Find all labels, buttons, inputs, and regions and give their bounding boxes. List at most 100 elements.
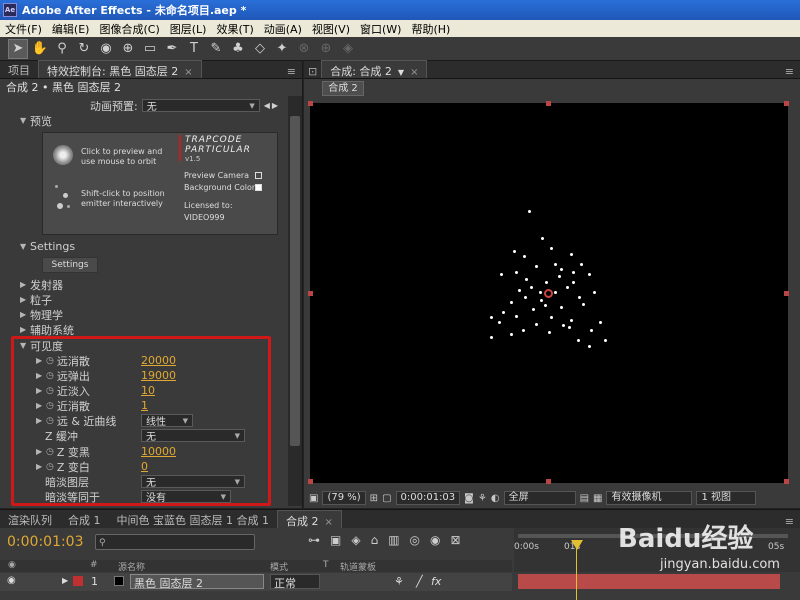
zoom-tool-icon[interactable]: ⚲ xyxy=(52,39,72,59)
transparency-grid-icon[interactable]: ▦ xyxy=(593,493,602,504)
lock-icon[interactable]: ⊡ xyxy=(304,65,321,78)
always-preview-icon[interactable]: ▣ xyxy=(309,493,318,504)
group-physics[interactable]: ▶ 物理学 xyxy=(0,307,288,322)
menu-edit[interactable]: 编辑(E) xyxy=(47,21,95,37)
menu-layer[interactable]: 图层(L) xyxy=(165,21,212,37)
source-name-header[interactable]: 源名称 xyxy=(118,560,145,573)
preview-section-row[interactable]: ▼ 预览 xyxy=(0,113,288,128)
shy-switch-icon[interactable]: ⚘ xyxy=(394,575,404,588)
world-axis-icon[interactable]: ⊕ xyxy=(316,39,336,59)
layer-name[interactable]: 黑色 固态层 2 xyxy=(130,574,264,590)
label-color-swatch[interactable] xyxy=(73,576,83,586)
pen-tool-icon[interactable]: ✒ xyxy=(162,39,182,59)
menu-composition[interactable]: 图像合成(C) xyxy=(94,21,164,37)
collapse-triangle-icon[interactable]: ▶ xyxy=(20,280,30,289)
draft-3d-icon[interactable]: ◈ xyxy=(351,533,360,547)
close-icon[interactable]: × xyxy=(410,67,418,78)
composition-subtab[interactable]: 合成 2 xyxy=(322,81,364,96)
panel-menu-icon[interactable]: ≡ xyxy=(779,515,800,528)
collapse-triangle-icon[interactable]: ▶ xyxy=(20,325,30,334)
preset-prev-icon[interactable]: ◀ xyxy=(264,101,270,110)
layer-handle[interactable] xyxy=(784,479,789,484)
menu-help[interactable]: 帮助(H) xyxy=(406,21,455,37)
brush-tool-icon[interactable]: ✎ xyxy=(206,39,226,59)
channels-icon[interactable]: ◐ xyxy=(491,493,500,504)
preset-next-icon[interactable]: ▶ xyxy=(272,101,278,110)
camera-dropdown[interactable]: 有效摄像机 xyxy=(606,491,693,505)
menu-effect[interactable]: 效果(T) xyxy=(211,21,258,37)
live-update-icon[interactable]: ▣ xyxy=(330,533,341,547)
frame-blending-icon[interactable]: ▥ xyxy=(388,533,399,547)
collapse-triangle-icon[interactable]: ▶ xyxy=(20,295,30,304)
snapshot-icon[interactable]: ◙ xyxy=(464,493,474,504)
layer-anchor-point[interactable] xyxy=(544,289,553,298)
playhead-handle-icon[interactable] xyxy=(571,540,583,550)
timeline-search-input[interactable]: ⚲ xyxy=(95,534,255,550)
group-emitter[interactable]: ▶ 发射器 xyxy=(0,277,288,292)
layer-handle[interactable] xyxy=(308,479,313,484)
selection-tool-icon[interactable]: ➤ xyxy=(8,38,28,59)
quality-switch-icon[interactable]: ╱ xyxy=(416,575,423,588)
layer-handle[interactable] xyxy=(784,291,789,296)
tab-comp-1[interactable]: 合成 1 xyxy=(60,510,109,528)
timeline-timecode[interactable]: 0:00:01:03 xyxy=(7,534,84,550)
views-dropdown[interactable]: 1 视图 xyxy=(696,491,757,505)
layer-handle[interactable] xyxy=(546,479,551,484)
axis-mode-icon[interactable]: ⊗ xyxy=(294,39,314,59)
grid-icon[interactable]: ⊞ xyxy=(370,493,378,504)
mode-header[interactable]: 模式 xyxy=(270,560,288,573)
effect-controls-scrollbar[interactable] xyxy=(288,96,302,506)
layer-handle[interactable] xyxy=(308,291,313,296)
close-icon[interactable]: × xyxy=(184,67,192,78)
show-snapshot-icon[interactable]: ⚘ xyxy=(478,493,487,504)
composition-canvas[interactable] xyxy=(308,101,789,484)
collapse-triangle-icon[interactable]: ▶ xyxy=(62,576,68,585)
background-color-swatch[interactable] xyxy=(255,184,262,191)
settings-section-row[interactable]: ▼ Settings xyxy=(0,239,288,254)
layer-handle[interactable] xyxy=(546,101,551,106)
collapse-triangle-icon[interactable]: ▶ xyxy=(20,310,30,319)
layer-handle[interactable] xyxy=(784,101,789,106)
tab-project[interactable]: 项目 xyxy=(0,60,38,78)
scrollbar-thumb[interactable] xyxy=(290,116,300,446)
eye-icon[interactable]: ◉ xyxy=(7,575,16,586)
rectangle-mask-tool-icon[interactable]: ▭ xyxy=(140,39,160,59)
menu-file[interactable]: 文件(F) xyxy=(0,21,47,37)
graph-editor-icon[interactable]: ◉ xyxy=(430,533,440,547)
menu-view[interactable]: 视图(V) xyxy=(307,21,355,37)
hide-shy-layers-icon[interactable]: ⌂ xyxy=(371,533,379,547)
fast-preview-icon[interactable]: ▤ xyxy=(580,493,589,504)
track-matte-header[interactable]: 轨道蒙板 xyxy=(340,560,376,573)
region-of-interest-icon[interactable]: ▢ xyxy=(382,493,391,504)
expand-triangle-icon[interactable]: ▼ xyxy=(20,242,30,251)
blend-mode-dropdown[interactable]: 正常 xyxy=(270,574,320,590)
expand-triangle-icon[interactable]: ▼ xyxy=(20,116,30,125)
layer-row[interactable]: ◉ ▶ 1 黑色 固态层 2 正常 ⚘ ╱ fx xyxy=(0,573,512,591)
effects-switch-icon[interactable]: fx xyxy=(431,575,441,588)
particular-preview-box[interactable]: Click to preview and use mouse to orbit … xyxy=(42,132,278,235)
puppet-pin-tool-icon[interactable]: ✦ xyxy=(272,39,292,59)
preview-camera-checkbox[interactable] xyxy=(255,172,262,179)
group-aux-system[interactable]: ▶ 辅助系统 xyxy=(0,322,288,337)
clone-stamp-tool-icon[interactable]: ♣ xyxy=(228,39,248,59)
motion-blur-icon[interactable]: ◎ xyxy=(410,533,420,547)
menu-animation[interactable]: 动画(A) xyxy=(259,21,307,37)
resolution-dropdown[interactable]: 全屏 xyxy=(503,491,576,505)
panel-menu-icon[interactable]: ≡ xyxy=(281,65,302,78)
rotate-tool-icon[interactable]: ↻ xyxy=(74,39,94,59)
comp-mini-flowchart-icon[interactable]: ⊶ xyxy=(308,533,320,547)
menu-window[interactable]: 窗口(W) xyxy=(355,21,406,37)
orbit-camera-tool-icon[interactable]: ◉ xyxy=(96,39,116,59)
tab-effect-controls[interactable]: 特效控制台: 黑色 固态层 2 × xyxy=(38,60,202,78)
chevron-down-icon[interactable]: ▼ xyxy=(398,68,404,77)
tab-composition[interactable]: 合成: 合成 2 ▼ × xyxy=(321,60,428,78)
brainstorm-icon[interactable]: ⊠ xyxy=(451,533,461,547)
tab-comp-2[interactable]: 合成 2 × xyxy=(276,510,342,528)
tab-precomp[interactable]: 中间色 宝蓝色 固态层 1 合成 1 xyxy=(109,510,277,528)
layer-duration-bar[interactable] xyxy=(518,574,780,589)
eraser-tool-icon[interactable]: ◇ xyxy=(250,39,270,59)
type-tool-icon[interactable]: T xyxy=(184,39,204,59)
animation-preset-dropdown[interactable]: 无 ▼ xyxy=(141,99,260,113)
settings-button[interactable]: Settings xyxy=(42,257,98,273)
pan-behind-tool-icon[interactable]: ⊕ xyxy=(118,39,138,59)
